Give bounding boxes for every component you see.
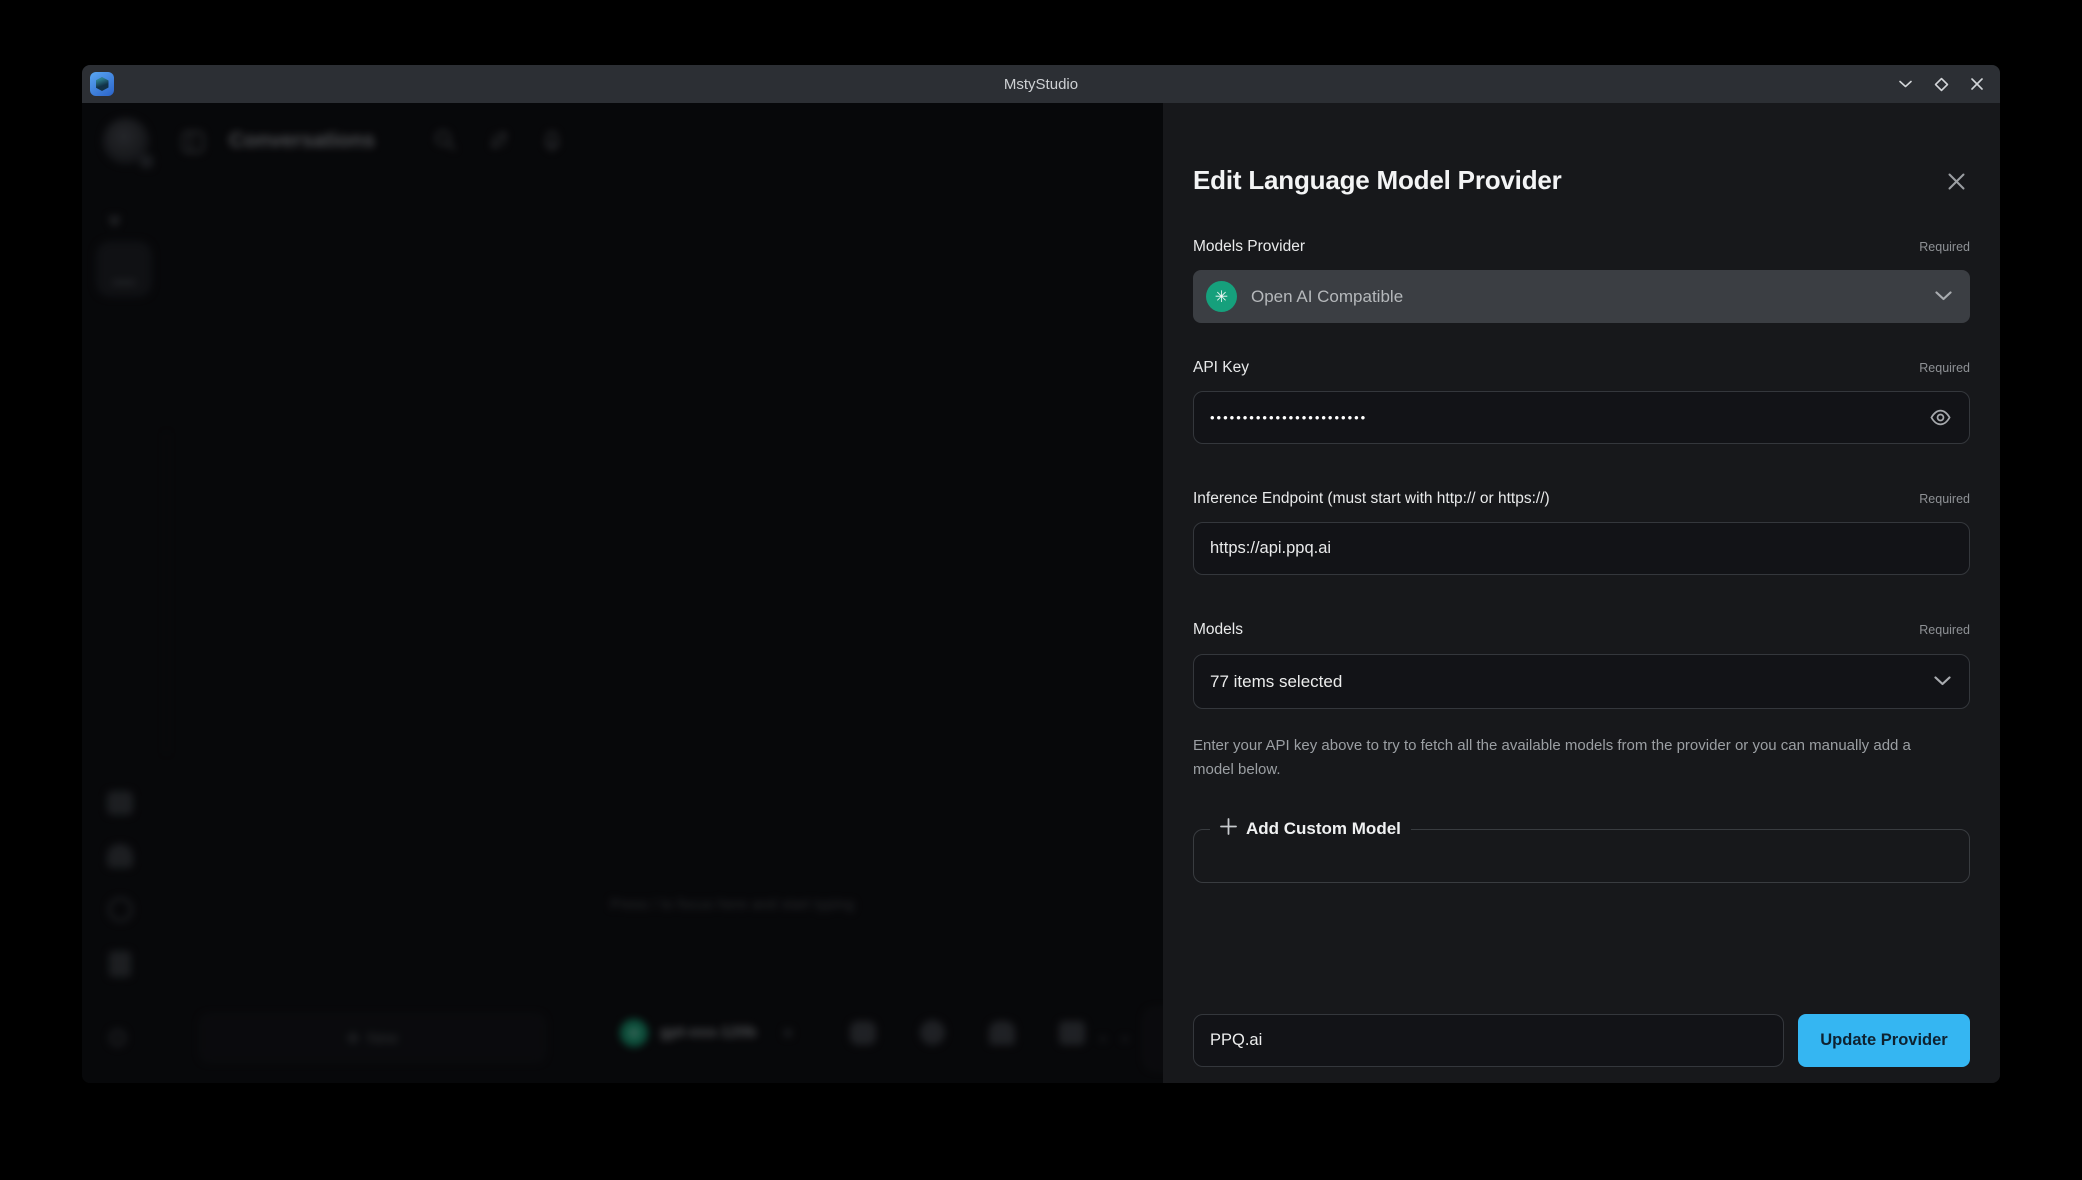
close-window-icon[interactable] [1964, 71, 1990, 97]
models-multiselect[interactable]: 77 items selected [1193, 654, 1970, 709]
models-selected-count: 77 items selected [1210, 672, 1342, 692]
reveal-key-eye-icon[interactable] [1927, 405, 1953, 431]
models-label: Models [1193, 621, 1243, 639]
window-controls [1892, 65, 1990, 103]
provider-label: Models Provider [1193, 238, 1305, 256]
provider-select[interactable]: ✳ Open AI Compatible [1193, 270, 1970, 323]
panel-footer: Update Provider [1193, 1014, 1970, 1067]
app-background: Conversations ♥ [82, 103, 1163, 1083]
modal-dim-overlay [82, 103, 1163, 1083]
api-key-required-badge: Required [1919, 361, 1970, 375]
endpoint-required-badge: Required [1919, 492, 1970, 506]
app-window: MstyStudio Conversati [82, 65, 2000, 1083]
panel-title: Edit Language Model Provider [1193, 165, 1562, 196]
chevron-down-icon [1935, 288, 1952, 306]
provider-select-value: Open AI Compatible [1251, 287, 1403, 307]
endpoint-input[interactable] [1210, 539, 1953, 558]
openai-logo-icon: ✳ [1206, 281, 1237, 312]
titlebar: MstyStudio [82, 65, 2000, 103]
api-key-field-wrap [1193, 391, 1970, 444]
chevron-down-icon [1934, 673, 1951, 691]
plus-icon [1220, 818, 1237, 840]
minimize-icon[interactable] [1892, 71, 1918, 97]
close-panel-icon[interactable] [1942, 167, 1970, 195]
provider-name-input[interactable] [1210, 1031, 1767, 1050]
edit-provider-panel: Edit Language Model Provider Models Prov… [1163, 103, 2000, 1083]
screen: MstyStudio Conversati [0, 0, 2082, 1180]
update-provider-button[interactable]: Update Provider [1798, 1014, 1970, 1067]
endpoint-field-wrap [1193, 522, 1970, 575]
provider-name-field-wrap [1193, 1014, 1784, 1067]
api-key-input[interactable] [1210, 410, 1927, 425]
provider-required-badge: Required [1919, 240, 1970, 254]
app-logo-icon [90, 72, 114, 96]
add-custom-model-section[interactable]: Add Custom Model [1193, 818, 1970, 883]
models-helper-text: Enter your API key above to try to fetch… [1193, 734, 1953, 782]
api-key-label: API Key [1193, 359, 1249, 377]
add-custom-model-legend[interactable]: Add Custom Model [1210, 818, 1411, 840]
maximize-icon[interactable] [1928, 71, 1954, 97]
models-required-badge: Required [1919, 623, 1970, 637]
endpoint-label: Inference Endpoint (must start with http… [1193, 490, 1550, 508]
window-title: MstyStudio [82, 76, 2000, 93]
add-custom-model-label: Add Custom Model [1246, 819, 1401, 839]
